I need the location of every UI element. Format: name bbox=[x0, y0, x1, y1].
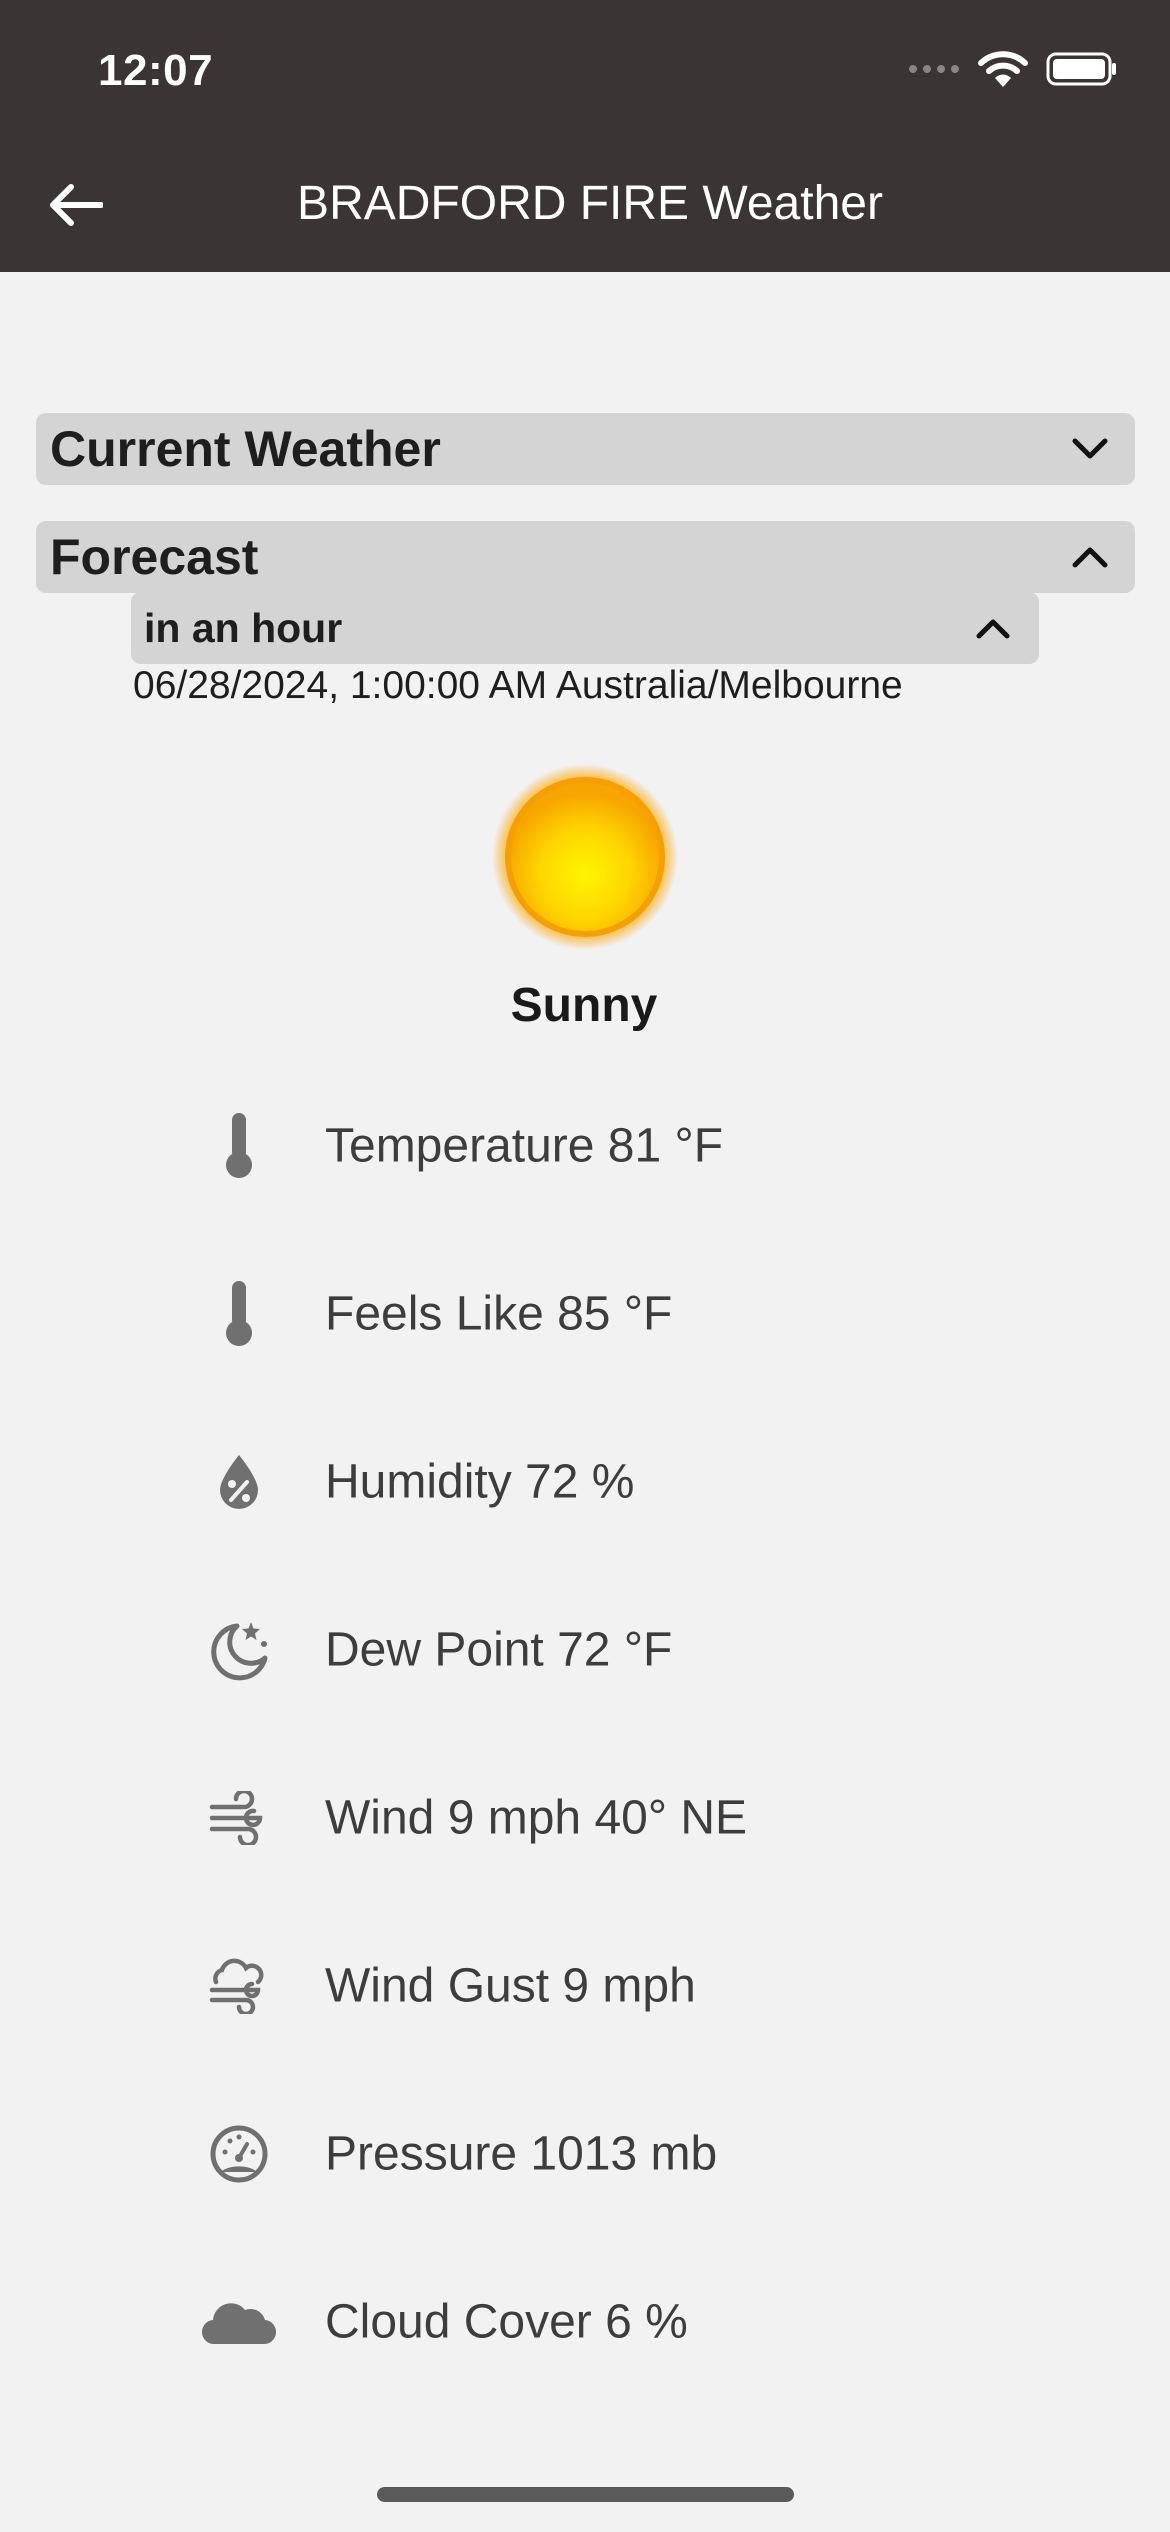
detail-row-wind: Wind 9 mph 40° NE bbox=[0, 1734, 1170, 1902]
detail-row-wind-gust: Wind Gust 9 mph bbox=[0, 1902, 1170, 2070]
moon-star-icon bbox=[199, 1610, 279, 1690]
status-icons bbox=[908, 50, 1118, 88]
detail-label: Dew Point 72 °F bbox=[325, 1623, 673, 1677]
cloud-icon bbox=[199, 2282, 279, 2362]
sun-icon bbox=[492, 764, 678, 950]
forecast-datetime: 06/28/2024, 1:00:00 AM Australia/Melbour… bbox=[133, 664, 903, 707]
thermometer-icon bbox=[199, 1274, 279, 1354]
detail-row-pressure: Pressure 1013 mb bbox=[0, 2070, 1170, 2238]
detail-row-humidity: Humidity 72 % bbox=[0, 1398, 1170, 1566]
section-title: Forecast bbox=[50, 529, 259, 585]
home-indicator[interactable] bbox=[377, 2487, 794, 2502]
chevron-up-icon bbox=[976, 619, 1010, 639]
page-title: BRADFORD FIRE Weather bbox=[297, 177, 883, 230]
signal-icon bbox=[909, 65, 959, 73]
detail-label: Temperature 81 °F bbox=[325, 1119, 724, 1173]
weather-condition: Sunny bbox=[510, 979, 658, 1032]
chevron-up-icon bbox=[1072, 547, 1108, 568]
app-header: 12:07 BRADFORD FIRE Weather bbox=[0, 0, 1170, 272]
status-time: 12:07 bbox=[98, 46, 214, 95]
battery-icon bbox=[1046, 52, 1116, 86]
humidity-icon bbox=[199, 1442, 279, 1522]
current-weather-header[interactable]: Current Weather bbox=[36, 413, 1135, 485]
section-title: Current Weather bbox=[50, 421, 441, 477]
detail-label: Wind Gust 9 mph bbox=[325, 1959, 696, 2013]
detail-label: Humidity 72 % bbox=[325, 1455, 635, 1509]
thermometer-icon bbox=[199, 1106, 279, 1186]
wifi-icon bbox=[978, 51, 1028, 87]
wind-icon bbox=[199, 1778, 279, 1858]
detail-label: Feels Like 85 °F bbox=[325, 1287, 673, 1341]
detail-label: Pressure 1013 mb bbox=[325, 2127, 718, 2181]
period-title: in an hour bbox=[144, 604, 343, 651]
forecast-header[interactable]: Forecast bbox=[36, 521, 1135, 593]
detail-row-temperature: Temperature 81 °F bbox=[0, 1062, 1170, 1230]
wind-gust-icon bbox=[199, 1946, 279, 2026]
detail-row-feels-like: Feels Like 85 °F bbox=[0, 1230, 1170, 1398]
detail-label: Wind 9 mph 40° NE bbox=[325, 1791, 748, 1845]
detail-row-dew-point: Dew Point 72 °F bbox=[0, 1566, 1170, 1734]
gauge-icon bbox=[199, 2114, 279, 2194]
chevron-down-icon bbox=[1072, 438, 1108, 459]
detail-row-cloud-cover: Cloud Cover 6 % bbox=[0, 2238, 1170, 2406]
detail-label: Cloud Cover 6 % bbox=[325, 2295, 688, 2349]
forecast-period-header[interactable]: in an hour bbox=[131, 592, 1039, 664]
